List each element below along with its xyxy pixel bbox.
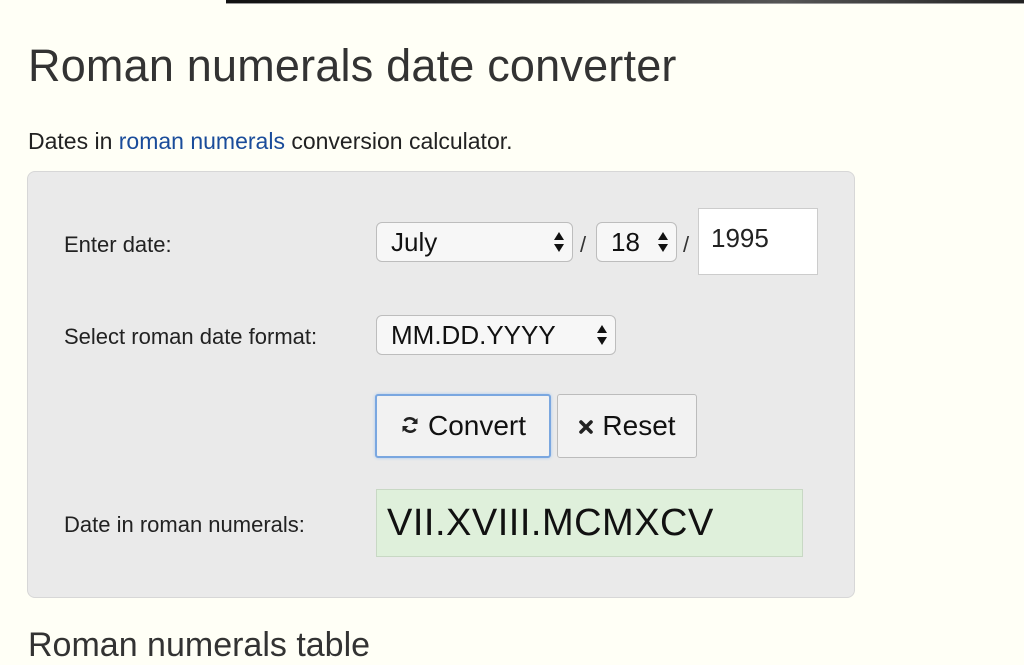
date-separator: / [683,232,690,257]
intro-text-start: Dates in [28,128,119,154]
day-select-value: 18 [611,226,640,257]
month-select-value: July [391,226,438,257]
result-label: Date in roman numerals: [64,512,305,537]
roman-date-result: VII.XVIII.MCMXCV [376,489,803,557]
up-down-arrows-icon [654,231,672,253]
intro-text-end: conversion calculator. [284,128,513,154]
date-separator: / [580,232,587,257]
intro-text: Dates in roman numerals conversion calcu… [28,128,513,155]
close-icon [578,410,594,442]
day-select[interactable]: 18 [596,222,677,262]
converter-panel: Enter date: July / 18 / 1995 Select roma… [27,171,855,598]
format-select-value: MM.DD.YYYY [391,319,556,350]
convert-button-label: Convert [427,410,527,441]
reset-button-label: Reset [602,410,676,441]
roman-numerals-link[interactable]: roman numerals [119,128,285,154]
format-select[interactable]: MM.DD.YYYY [376,315,616,355]
up-down-arrows-icon [550,231,568,253]
year-input[interactable]: 1995 [698,208,818,275]
refresh-icon [400,410,420,442]
up-down-arrows-icon [593,324,611,346]
month-select[interactable]: July [376,222,573,262]
enter-date-label: Enter date: [64,232,172,257]
header-image-strip [226,0,1024,4]
convert-button[interactable]: Convert [375,394,551,458]
roman-numerals-table-heading: Roman numerals table [28,626,371,664]
page-title: Roman numerals date converter [28,40,677,91]
format-label: Select roman date format: [64,324,318,349]
reset-button[interactable]: Reset [557,394,697,458]
